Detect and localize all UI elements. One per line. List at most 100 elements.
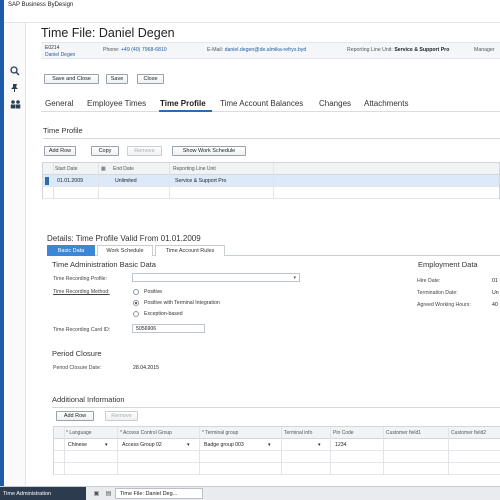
chevron-down-icon[interactable]: ▾: [318, 442, 321, 448]
show-work-schedule-button[interactable]: Show Work Schedule: [172, 146, 246, 156]
agreed-hours-value: 40: [492, 302, 498, 308]
email-value[interactable]: daniel.degen@de.almika-refrys.byd: [225, 47, 307, 53]
agreed-hours-label: Agreed Working Hours:: [417, 302, 471, 308]
column-pin-code[interactable]: Pin Code: [333, 430, 354, 436]
row-selector[interactable]: [45, 177, 49, 185]
phone-field: Phone: +49 (40) 7968-6810: [103, 47, 167, 53]
remove-button[interactable]: Remove: [127, 146, 162, 156]
manager-label: Manager: [474, 47, 495, 53]
additional-remove-button[interactable]: Remove: [105, 411, 138, 421]
details-subtabs: Basic Data Work Schedule Time Account Ru…: [47, 245, 500, 256]
column-terminal-info[interactable]: Terminal info: [284, 430, 312, 436]
column-reporting-line-unit[interactable]: Reporting Line Unit: [173, 166, 216, 172]
column-customer-field2[interactable]: Customer field2: [451, 430, 486, 436]
copy-button[interactable]: Copy: [91, 146, 119, 156]
subtab-time-account-rules[interactable]: Time Account Rules: [155, 245, 225, 256]
termination-date-label: Termination Date:: [417, 290, 458, 296]
method-positive-label: Positive: [144, 289, 163, 295]
tab-employee-times[interactable]: Employee Times: [87, 99, 146, 108]
time-admin-basic-data-title: Time Administration Basic Data: [52, 260, 156, 269]
column-terminal-group[interactable]: * Terminal group: [202, 430, 238, 436]
tab-general[interactable]: General: [45, 99, 73, 108]
add-row-button[interactable]: Add Row: [44, 146, 76, 156]
column-divider: [448, 427, 449, 474]
time-profile-table: Start Date ▦ End Date Reporting Line Uni…: [42, 162, 500, 199]
page-title: Time File: Daniel Degen: [41, 26, 175, 40]
termination-date-value: Un: [492, 290, 499, 296]
table-row-empty: [54, 463, 500, 475]
method-terminal-radio[interactable]: [133, 300, 139, 306]
chevron-down-icon[interactable]: ▾: [268, 442, 271, 448]
hire-date-value: 01: [492, 278, 498, 284]
column-start-date[interactable]: Start Date: [55, 166, 78, 172]
reporting-label: Reporting Line Unit:: [347, 47, 393, 53]
chevron-down-icon: ▾: [293, 275, 296, 281]
card-id-label: Time Recording Card ID:: [53, 327, 111, 333]
pin-icon[interactable]: [9, 82, 21, 94]
employee-header: E0214 Daniel Degen Phone: +49 (40) 7968-…: [41, 42, 500, 59]
close-button[interactable]: Close: [137, 74, 164, 84]
method-terminal-label: Positive with Terminal Integration: [144, 300, 220, 306]
tab-time-account-balances[interactable]: Time Account Balances: [220, 99, 303, 108]
cell-language[interactable]: Chinese: [68, 442, 87, 448]
tab-attachments[interactable]: Attachments: [364, 99, 408, 108]
tab-changes[interactable]: Changes: [319, 99, 351, 108]
additional-information-title: Additional Information: [52, 395, 125, 404]
method-positive-radio[interactable]: [133, 289, 139, 295]
left-navigation: [4, 23, 26, 486]
save-button[interactable]: Save: [106, 74, 128, 84]
app-name: SAP Business ByDesign: [8, 2, 74, 8]
chevron-down-icon[interactable]: ▾: [187, 442, 190, 448]
time-recording-profile-label: Time Recording Profile:: [53, 276, 108, 282]
method-exception-radio[interactable]: [133, 311, 139, 317]
table-row[interactable]: Chinese ▾ Access Group 02 ▾ Badge group …: [54, 439, 500, 451]
document-icon: ▤: [105, 491, 112, 497]
subtab-work-schedule[interactable]: Work Schedule: [97, 245, 153, 256]
time-profile-title: Time Profile: [43, 126, 83, 135]
column-access-control-group[interactable]: * Access Control Group: [120, 430, 172, 436]
additional-info-table: * Language * Access Control Group * Term…: [53, 426, 500, 475]
employee-name-link[interactable]: Daniel Degen: [45, 52, 75, 58]
period-closure-date-label: Period Closure Date:: [53, 365, 102, 371]
cell-pin-code[interactable]: 1234: [335, 442, 347, 448]
phone-label: Phone:: [103, 47, 120, 53]
section-divider: [43, 138, 500, 139]
column-divider: [281, 427, 282, 474]
period-closure-title: Period Closure: [52, 349, 102, 358]
card-id-input[interactable]: 5056906: [132, 324, 205, 333]
hire-date-label: Hire Date:: [417, 278, 441, 284]
reporting-value: Service & Support Pro: [394, 47, 450, 53]
cell-terminal-group[interactable]: Badge group 003: [204, 442, 244, 448]
employment-data-title: Employment Data: [418, 260, 478, 269]
top-bar: [4, 11, 500, 23]
page-title-employee: Daniel Degen: [98, 26, 175, 40]
chevron-down-icon[interactable]: ▾: [105, 442, 108, 448]
time-recording-profile-select[interactable]: ▾: [132, 273, 300, 282]
column-divider: [330, 427, 331, 474]
column-divider: [273, 163, 274, 198]
column-divider: [117, 427, 118, 474]
column-divider: [199, 427, 200, 474]
people-icon[interactable]: [9, 98, 21, 110]
subtab-basic-data[interactable]: Basic Data: [47, 245, 95, 256]
table-row[interactable]: 01.01.2009 Unlimited Service & Support P…: [43, 175, 499, 187]
cell-start-date: 01.01.2009: [57, 178, 83, 184]
taskbar-time-file[interactable]: Time File: Daniel Deg...: [115, 488, 203, 499]
app-titlebar: SAP Business ByDesign: [4, 0, 500, 11]
column-customer-field1[interactable]: Customer field1: [386, 430, 421, 436]
table-row-empty: [54, 451, 500, 463]
email-label: E-Mail:: [207, 47, 224, 53]
search-icon[interactable]: [9, 65, 21, 77]
employee-id: E0214: [45, 45, 60, 51]
period-closure-date-value: 28.04.2015: [133, 365, 159, 371]
column-language[interactable]: * Language: [66, 430, 92, 436]
column-divider: [98, 163, 99, 198]
cell-access-control-group[interactable]: Access Group 02: [122, 442, 162, 448]
active-tab-indicator: [159, 110, 212, 112]
taskbar-work-center[interactable]: Time Administration: [0, 487, 86, 500]
tab-time-profile[interactable]: Time Profile: [160, 99, 206, 108]
phone-value[interactable]: +49 (40) 7968-6810: [121, 47, 167, 53]
save-and-close-button[interactable]: Save and Close: [44, 74, 99, 84]
additional-add-row-button[interactable]: Add Row: [56, 411, 94, 421]
column-end-date[interactable]: End Date: [113, 166, 134, 172]
